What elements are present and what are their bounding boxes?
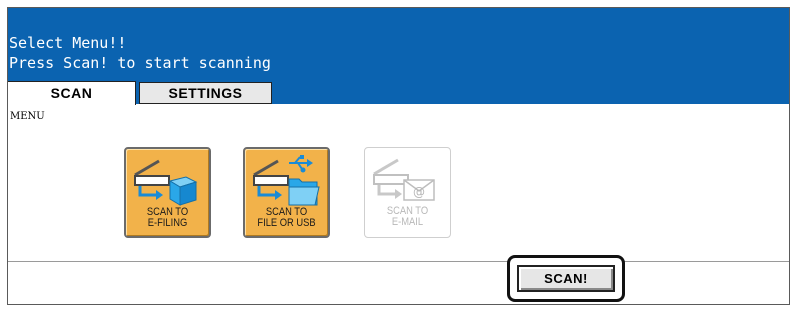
scan-screen: Select Menu!! Press Scan! to start scann… bbox=[7, 7, 790, 305]
tab-scan[interactable]: SCAN bbox=[8, 81, 136, 105]
scan-button-highlight: SCAN! bbox=[507, 255, 625, 302]
scan-to-efiling-icon bbox=[134, 159, 198, 206]
scan-button[interactable]: SCAN! bbox=[517, 265, 615, 292]
header-message-line1: Select Menu!! bbox=[9, 34, 127, 52]
menu-section-label: MENU bbox=[10, 111, 45, 122]
footer-divider bbox=[8, 261, 789, 262]
scan-to-email-label: SCAN TO E-MAIL bbox=[386, 205, 429, 228]
scan-to-file-usb-label: SCAN TO FILE OR USB bbox=[257, 206, 316, 229]
scan-to-file-usb-button[interactable]: SCAN TO FILE OR USB bbox=[243, 147, 330, 238]
scan-to-efiling-label: SCAN TO E-FILING bbox=[146, 206, 189, 229]
scan-to-efiling-button[interactable]: SCAN TO E-FILING bbox=[124, 147, 211, 238]
header-message-line2: Press Scan! to start scanning bbox=[9, 54, 271, 72]
scan-to-file-usb-icon bbox=[253, 155, 320, 206]
scan-to-email-icon: @ bbox=[373, 158, 435, 201]
tab-settings[interactable]: SETTINGS bbox=[139, 82, 272, 104]
message-header: Select Menu!! Press Scan! to start scann… bbox=[8, 8, 789, 105]
scan-to-email-button[interactable]: @ SCAN TO E-MAIL bbox=[364, 147, 451, 238]
svg-text:@: @ bbox=[413, 185, 425, 199]
